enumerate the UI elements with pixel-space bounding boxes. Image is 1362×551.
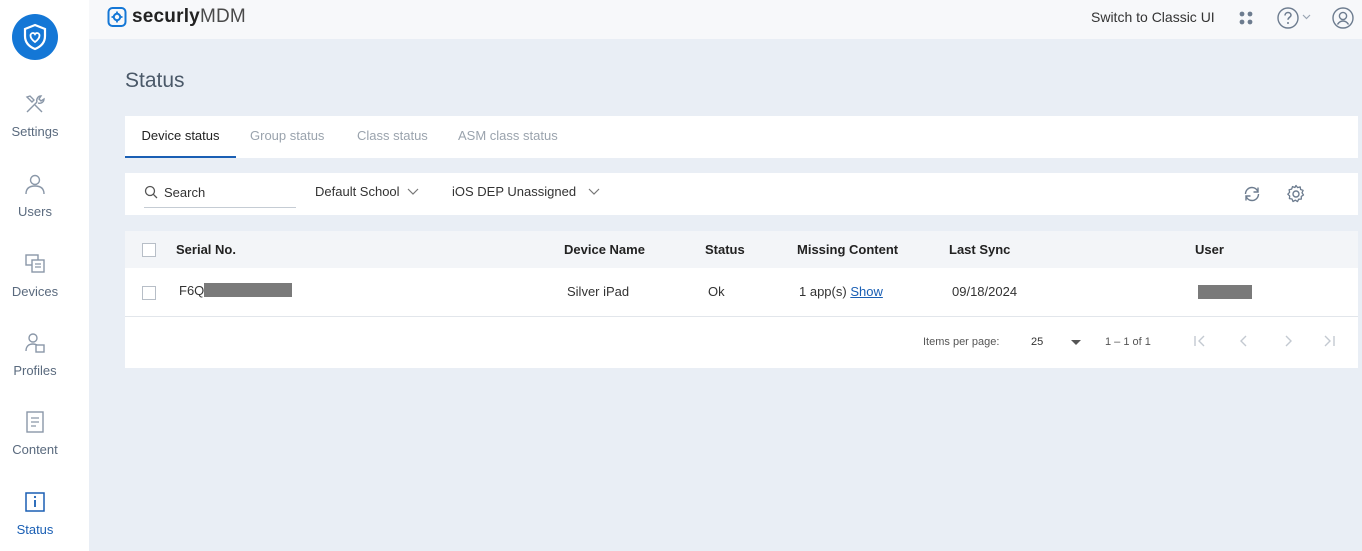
info-icon	[25, 492, 45, 512]
items-per-page-select[interactable]: 25	[1031, 334, 1081, 352]
chevron-down-icon	[588, 188, 600, 195]
top-bar: securlyMDM Switch to Classic UI	[89, 0, 1362, 39]
filter-bar: Search Default School iOS DEP Unassigned	[125, 173, 1358, 215]
missing-content-cell: 1 app(s) Show	[799, 284, 883, 299]
last-page-icon[interactable]	[1322, 334, 1336, 348]
user-cell	[1198, 283, 1252, 299]
last-sync-cell: 09/18/2024	[952, 284, 1018, 299]
school-select-value: Default School	[315, 184, 400, 199]
paginator: Items per page: 25 1 – 1 of 1	[125, 317, 1358, 368]
sidebar-item-content[interactable]: Content	[0, 410, 70, 457]
brand-name: securlyMDM	[132, 6, 246, 27]
serial-cell: F6Q	[179, 283, 293, 298]
school-select[interactable]: Default School	[315, 184, 419, 199]
group-select-value: iOS DEP Unassigned	[452, 184, 577, 199]
tools-icon	[25, 95, 45, 113]
serial-prefix: F6Q	[179, 283, 205, 298]
sidebar: Settings Users Devices Profiles Content	[0, 0, 89, 551]
tab-class-status[interactable]: Class status	[357, 116, 428, 158]
table-header: Serial No. Device Name Status Missing Co…	[125, 231, 1358, 268]
column-header-user[interactable]: User	[1195, 242, 1224, 257]
row-checkbox[interactable]	[142, 286, 156, 300]
select-all-checkbox[interactable]	[142, 243, 156, 257]
app-logo[interactable]	[12, 14, 58, 60]
page-title: Status	[125, 69, 185, 92]
items-per-page-value: 25	[1031, 336, 1044, 348]
securly-gear-icon	[107, 7, 127, 27]
column-header-serial[interactable]: Serial No.	[176, 242, 236, 257]
tab-asm-class-status[interactable]: ASM class status	[458, 116, 558, 158]
column-header-last-sync[interactable]: Last Sync	[949, 242, 1010, 257]
sidebar-item-label: Settings	[11, 124, 59, 139]
status-cell: Ok	[708, 284, 725, 299]
sidebar-item-users[interactable]: Users	[0, 172, 70, 219]
device-name-cell: Silver iPad	[567, 284, 630, 299]
table-row[interactable]: F6Q Silver iPad Ok 1 app(s) Show 09/18/2…	[125, 268, 1358, 317]
tab-group-status[interactable]: Group status	[250, 116, 324, 158]
shield-heart-icon	[23, 23, 47, 51]
search-icon	[144, 185, 158, 199]
chevron-down-icon	[407, 188, 418, 195]
chevron-down-icon[interactable]	[1302, 14, 1311, 20]
missing-content-count: 1 app(s)	[799, 284, 847, 299]
next-page-icon[interactable]	[1281, 334, 1295, 348]
account-icon[interactable]	[1331, 6, 1355, 30]
sidebar-item-profiles[interactable]: Profiles	[0, 331, 70, 378]
caret-down-icon	[1071, 340, 1081, 345]
search-placeholder: Search	[164, 184, 206, 200]
tab-device-status[interactable]: Device status	[125, 116, 236, 158]
sidebar-item-label: Content	[12, 442, 58, 457]
items-per-page-label: Items per page:	[923, 336, 1000, 348]
sidebar-item-label: Devices	[11, 284, 59, 299]
sidebar-item-label: Profiles	[13, 363, 57, 378]
column-header-missing-content[interactable]: Missing Content	[797, 242, 898, 257]
sidebar-item-label: Users	[18, 204, 52, 219]
brand[interactable]: securlyMDM	[107, 6, 246, 28]
sidebar-item-label: Status	[16, 522, 54, 537]
column-header-status[interactable]: Status	[705, 242, 745, 257]
redacted-user	[1198, 284, 1252, 299]
show-missing-link[interactable]: Show	[850, 284, 883, 299]
apps-grid-icon[interactable]	[1238, 10, 1254, 26]
devices-icon	[25, 254, 45, 273]
device-status-table: Serial No. Device Name Status Missing Co…	[125, 231, 1358, 368]
user-icon	[25, 174, 45, 195]
sidebar-item-settings[interactable]: Settings	[0, 92, 70, 139]
redacted-serial	[204, 283, 293, 298]
status-tabs: Device status Group status Class status …	[125, 116, 1358, 158]
sidebar-item-devices[interactable]: Devices	[0, 252, 70, 299]
group-select[interactable]: iOS DEP Unassigned	[452, 184, 600, 199]
settings-gear-icon[interactable]	[1286, 184, 1306, 204]
column-header-device-name[interactable]: Device Name	[564, 242, 645, 257]
document-icon	[26, 411, 44, 433]
first-page-icon[interactable]	[1193, 334, 1207, 348]
switch-classic-ui-link[interactable]: Switch to Classic UI	[1091, 9, 1215, 25]
previous-page-icon[interactable]	[1237, 334, 1251, 348]
search-input[interactable]: Search	[144, 177, 296, 208]
page-range: 1 – 1 of 1	[1105, 336, 1151, 348]
sidebar-item-status[interactable]: Status	[0, 490, 70, 537]
help-icon[interactable]	[1276, 6, 1300, 30]
profiles-icon	[25, 333, 45, 353]
refresh-icon[interactable]	[1243, 185, 1261, 203]
